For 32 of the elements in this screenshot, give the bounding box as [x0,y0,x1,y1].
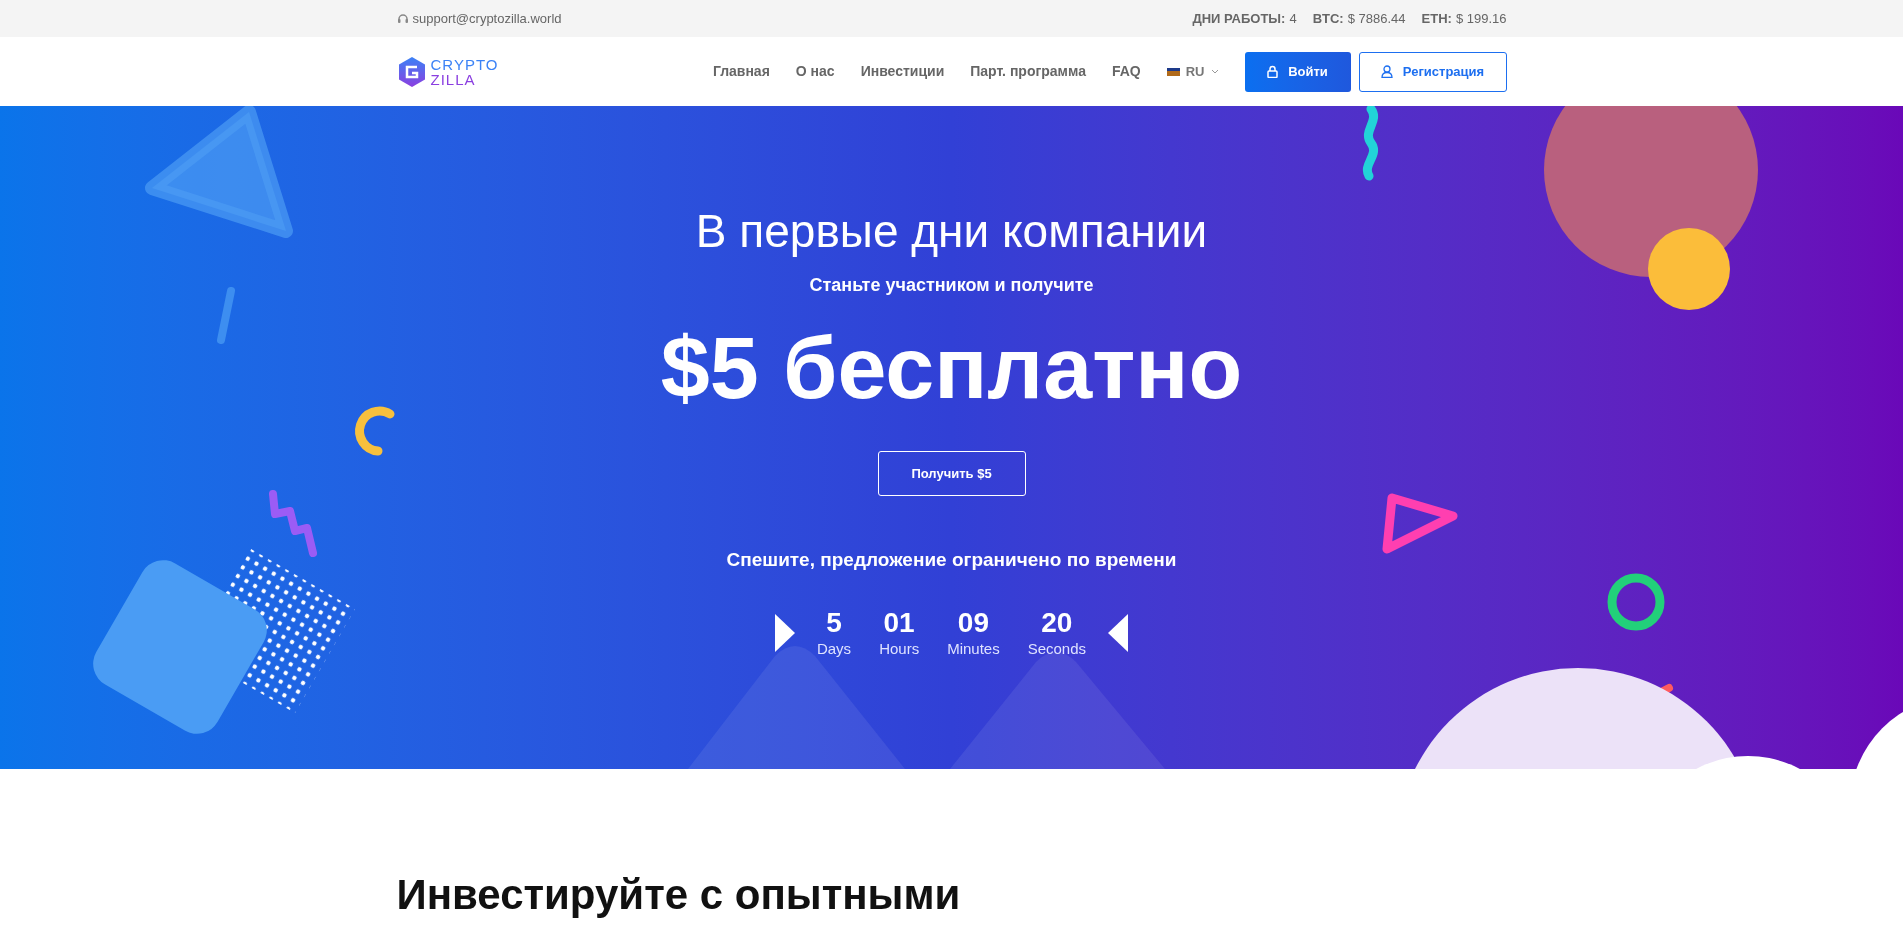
nav-link[interactable]: Парт. программа [970,61,1086,82]
register-button[interactable]: Регистрация [1358,51,1507,92]
stat-label: ДНИ РАБОТЫ: [1192,9,1286,28]
countdown-unit: Days [816,638,852,659]
nav-link[interactable]: Инвестиции [860,61,945,82]
hero-title: В первые дни компании [695,204,1208,258]
nav-link[interactable]: FAQ [1111,61,1141,82]
logo-text: ZILLA [430,71,477,87]
countdown-unit: Seconds [1027,638,1087,659]
stat-value: $ 199.16 [1455,9,1507,28]
countdown-unit: Hours [879,638,920,659]
countdown-value: 20 [1041,606,1073,639]
countdown-value: 5 [826,606,842,639]
countdown-value: 01 [883,606,915,639]
nav-link[interactable]: О нас [795,61,835,82]
language-selector[interactable]: RU [1166,61,1219,82]
hero-headline: $5 бесплатно [660,317,1243,419]
login-button[interactable]: Войти [1244,51,1351,92]
stat-value: $ 7886.44 [1347,9,1406,28]
countdown-value: 09 [957,606,989,639]
section-heading: Инвестируйте с опытными [396,870,962,920]
hero-subtitle: Станьте участником и получите [809,274,1094,297]
support-email[interactable]: support@cryptozilla.world [412,8,562,29]
stat-value: 4 [1289,9,1297,28]
stat-label: ETH: [1421,9,1452,28]
offer-note: Спешите, предложение ограничено по времени [726,548,1177,572]
nav-link[interactable]: Главная [712,61,770,82]
get-bonus-button[interactable]: Получить $5 [877,451,1026,496]
language-code: RU [1185,62,1205,81]
stat-label: BTC: [1312,9,1344,28]
countdown-unit: Minutes [947,638,1000,659]
logo-text: CRYPTO [430,56,499,72]
